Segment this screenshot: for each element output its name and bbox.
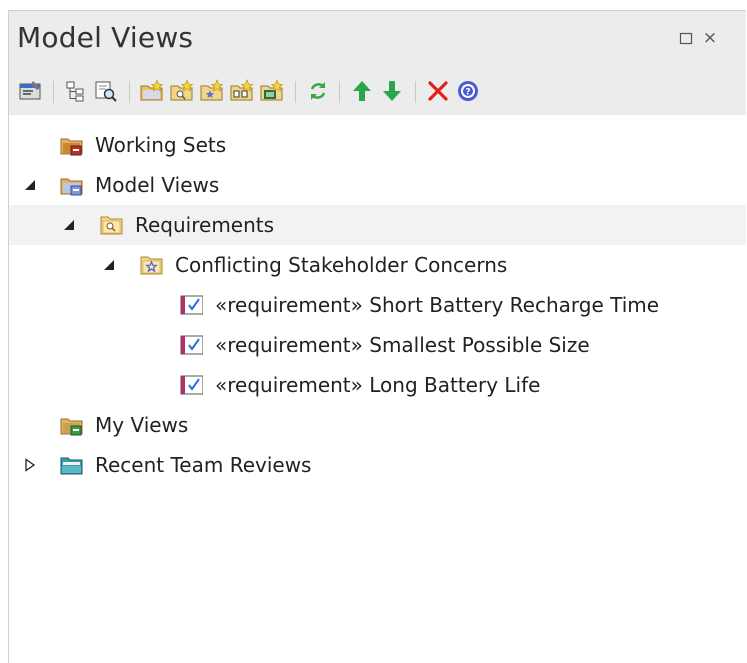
new-favorites-view-button[interactable] — [197, 76, 227, 106]
new-diagram-view-button[interactable] — [227, 76, 257, 106]
help-button[interactable]: ? — [453, 76, 483, 106]
new-diagram-view-icon — [230, 79, 254, 101]
model-views-tree: Working Sets Model Views Requirements Co… — [9, 115, 746, 663]
favorites-folder-icon — [140, 256, 163, 275]
collapse-toggle[interactable] — [101, 257, 117, 273]
toolbar: ? — [9, 67, 746, 115]
expand-tree-icon — [66, 81, 84, 102]
model-views-window: Model Views × ? Working Sets Model Views… — [8, 10, 746, 663]
restore-window-button[interactable] — [677, 29, 695, 47]
title-bar: Model Views × — [9, 11, 746, 67]
find-element-icon — [95, 81, 117, 102]
search-folder-icon — [100, 216, 123, 235]
requirement-icon — [180, 375, 203, 395]
requirement-icon — [180, 335, 203, 355]
window-title: Model Views — [17, 21, 194, 54]
move-down-button[interactable] — [377, 76, 407, 106]
tree-item-label: Working Sets — [95, 133, 227, 157]
move-up-icon — [353, 81, 371, 101]
tree-item-my-views[interactable]: My Views — [9, 405, 746, 445]
delete-button[interactable] — [423, 76, 453, 106]
stereotype-label: «requirement» — [215, 373, 363, 397]
find-element-button[interactable] — [91, 76, 121, 106]
tree-item-label: Recent Team Reviews — [95, 453, 312, 477]
delete-icon — [428, 81, 448, 101]
tree-item-label: My Views — [95, 413, 189, 437]
tree-item-label: Conflicting Stakeholder Concerns — [175, 253, 508, 277]
expand-tree-button[interactable] — [61, 76, 91, 106]
expanded-triangle-icon — [104, 260, 114, 270]
close-icon: × — [702, 28, 718, 48]
expanded-triangle-icon — [64, 220, 74, 230]
help-icon: ? — [458, 81, 478, 101]
new-view-icon — [140, 79, 164, 101]
tree-item-working-sets[interactable]: Working Sets — [9, 125, 746, 165]
new-search-view-button[interactable] — [167, 76, 197, 106]
tree-item-recent-team-reviews[interactable]: Recent Team Reviews — [9, 445, 746, 485]
properties-button[interactable] — [15, 76, 45, 106]
tree-item-requirement[interactable]: «requirement» Long Battery Life — [9, 365, 746, 405]
my-views-folder-icon — [60, 418, 83, 436]
move-down-icon — [383, 81, 401, 101]
new-favorites-view-icon — [200, 79, 224, 101]
expand-toggle[interactable] — [22, 457, 38, 473]
working-sets-folder-icon — [60, 138, 83, 156]
stereotype-label: «requirement» — [215, 333, 363, 357]
tree-item-label: Long Battery Life — [369, 373, 541, 397]
svg-text:?: ? — [465, 88, 470, 98]
collapse-toggle[interactable] — [61, 217, 77, 233]
requirement-icon — [180, 295, 203, 315]
new-view-button[interactable] — [137, 76, 167, 106]
properties-icon — [19, 81, 41, 100]
tree-item-label: Smallest Possible Size — [369, 333, 590, 357]
new-search-view-icon — [170, 79, 194, 101]
tree-item-label: Requirements — [135, 213, 275, 237]
restore-window-icon — [679, 32, 693, 45]
refresh-icon — [310, 82, 326, 100]
tree-item-requirement[interactable]: «requirement» Short Battery Recharge Tim… — [9, 285, 746, 325]
team-reviews-folder-icon — [60, 457, 83, 475]
close-button[interactable]: × — [701, 28, 719, 48]
tree-item-label: Model Views — [95, 173, 220, 197]
tree-item-requirement[interactable]: «requirement» Smallest Possible Size — [9, 325, 746, 365]
tree-item-conflicting-stakeholder-concerns[interactable]: Conflicting Stakeholder Concerns — [9, 245, 746, 285]
tree-item-model-views[interactable]: Model Views — [9, 165, 746, 205]
stereotype-label: «requirement» — [215, 293, 363, 317]
collapsed-triangle-icon — [25, 458, 36, 472]
new-slideshow-view-icon — [260, 79, 284, 101]
tree-item-label: Short Battery Recharge Time — [369, 293, 660, 317]
tree-item-requirements[interactable]: Requirements — [9, 205, 746, 245]
collapse-toggle[interactable] — [22, 177, 38, 193]
expanded-triangle-icon — [25, 180, 35, 190]
model-views-folder-icon — [60, 178, 83, 196]
refresh-button[interactable] — [303, 76, 333, 106]
new-slideshow-view-button[interactable] — [257, 76, 287, 106]
move-up-button[interactable] — [347, 76, 377, 106]
